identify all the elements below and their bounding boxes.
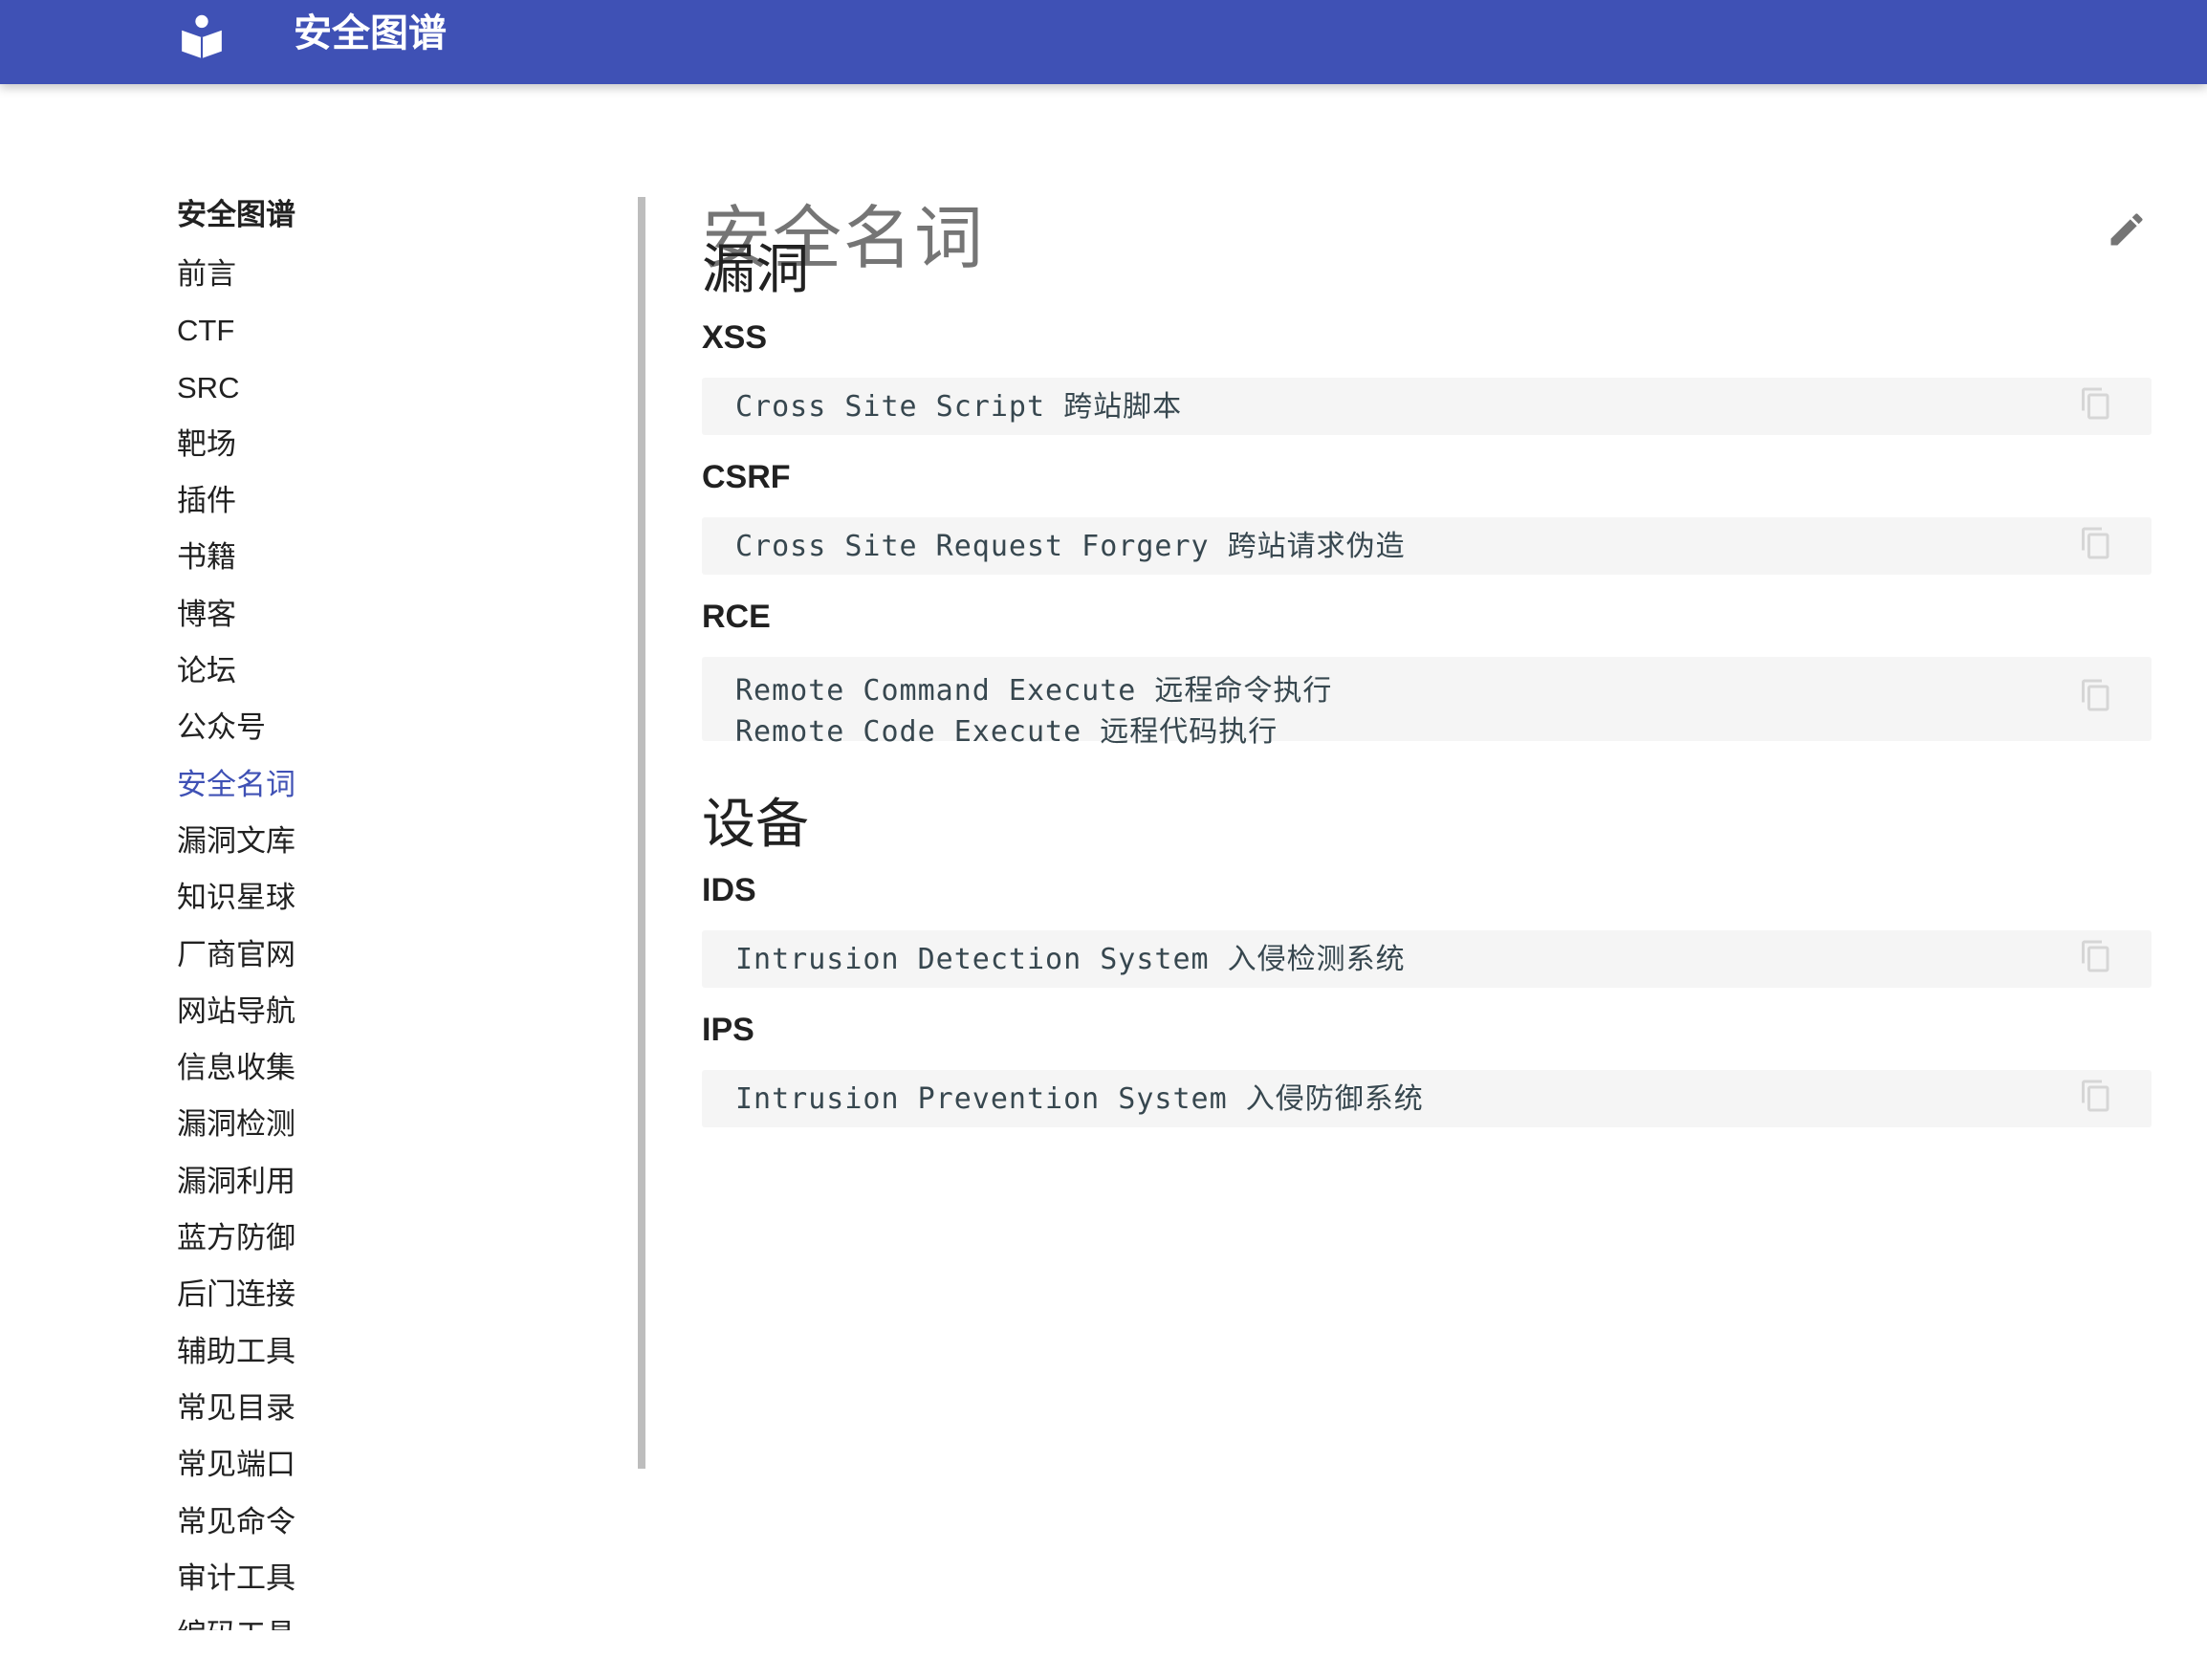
sidebar-title: 安全图谱 [177, 198, 295, 231]
code-line: Cross Site Request Forgery 跨站请求伪造 [735, 530, 1406, 563]
sidebar-nav: 安全图谱 前言 CTF SRC 靶场 插件 书籍 博客 论坛 公众号 安全名词 漏洞文库 知识星球 厂商… [0, 182, 650, 1630]
code-line: Cross Site Script 跨站脚本 [735, 390, 1183, 424]
code-block[interactable]: Cross Site Request Forgery 跨站请求伪造 [702, 517, 2152, 575]
sidebar-item[interactable]: 信息收集 [177, 1046, 295, 1102]
code-block[interactable]: Cross Site Script 跨站脚本 [702, 378, 2152, 435]
section-heading: 漏洞 [702, 239, 809, 299]
sidebar-item[interactable]: 书籍 [177, 535, 295, 592]
sidebar-item[interactable]: CTF [177, 309, 295, 365]
sidebar-item[interactable]: 常见命令 [177, 1500, 295, 1557]
sidebar-item[interactable]: 前言 [177, 252, 295, 309]
sidebar-item[interactable]: 编码工具 [177, 1613, 295, 1630]
term-heading: XSS [702, 319, 768, 356]
sidebar-item[interactable]: 常见端口 [177, 1443, 295, 1499]
term-heading: CSRF [702, 459, 791, 495]
code-block[interactable]: Remote Command Execute 远程命令执行 Remote Code… [702, 657, 2152, 749]
site-title[interactable]: 安全图谱 [294, 8, 447, 59]
sidebar-item[interactable]: 插件 [177, 479, 295, 535]
sidebar-item[interactable]: 安全名词 [177, 763, 295, 819]
sidebar-item[interactable]: 后门连接 [177, 1273, 295, 1329]
section-heading: 设备 [702, 794, 809, 854]
sidebar-item[interactable]: 公众号 [177, 706, 295, 762]
copy-icon[interactable] [2079, 1079, 2113, 1119]
copy-icon[interactable] [2079, 386, 2113, 426]
sidebar-item[interactable]: 漏洞利用 [177, 1160, 295, 1216]
code-line: Remote Command Execute 远程命令执行 [735, 674, 1333, 708]
sidebar-item[interactable]: 论坛 [177, 649, 295, 706]
code-line: Intrusion Detection System 入侵检测系统 [735, 943, 1406, 976]
sidebar-item[interactable]: 靶场 [177, 423, 295, 479]
sidebar-item[interactable]: 常见目录 [177, 1386, 295, 1443]
term-heading: RCE [702, 599, 771, 635]
term-heading: IDS [702, 872, 756, 908]
edit-button[interactable] [2102, 205, 2152, 254]
sidebar-item[interactable]: 厂商官网 [177, 933, 295, 990]
code-block[interactable]: Intrusion Prevention System 入侵防御系统 [702, 1070, 2152, 1127]
nav-list: 前言 CTF SRC 靶场 插件 书籍 博客 论坛 公众号 安全名词 漏洞文库 知识星球 厂商官网 网站导… [177, 252, 295, 1630]
copy-icon[interactable] [2079, 678, 2113, 718]
sidebar-item[interactable]: 审计工具 [177, 1557, 295, 1613]
term-heading: IPS [702, 1012, 754, 1048]
code-block[interactable]: Intrusion Detection System 入侵检测系统 [702, 930, 2152, 988]
sidebar-item[interactable]: SRC [177, 366, 295, 423]
sidebar-item[interactable]: 辅助工具 [177, 1330, 295, 1386]
sidebar-item[interactable]: 漏洞检测 [177, 1102, 295, 1159]
copy-icon[interactable] [2079, 939, 2113, 979]
sidebar-item[interactable]: 网站导航 [177, 990, 295, 1046]
book-icon[interactable] [178, 11, 226, 59]
code-line: Intrusion Prevention System 入侵防御系统 [735, 1082, 1424, 1116]
sidebar-item[interactable]: 漏洞文库 [177, 819, 295, 876]
code-line: Remote Code Execute 远程代码执行 [735, 715, 1278, 749]
sidebar-item[interactable]: 蓝方防御 [177, 1216, 295, 1273]
pencil-icon [2110, 213, 2143, 246]
sidebar-scrollbar[interactable] [638, 197, 645, 1469]
top-app-bar: 安全图谱 [0, 0, 2207, 84]
sidebar-item[interactable]: 博客 [177, 593, 295, 649]
sidebar-item[interactable]: 知识星球 [177, 876, 295, 932]
copy-icon[interactable] [2079, 526, 2113, 566]
